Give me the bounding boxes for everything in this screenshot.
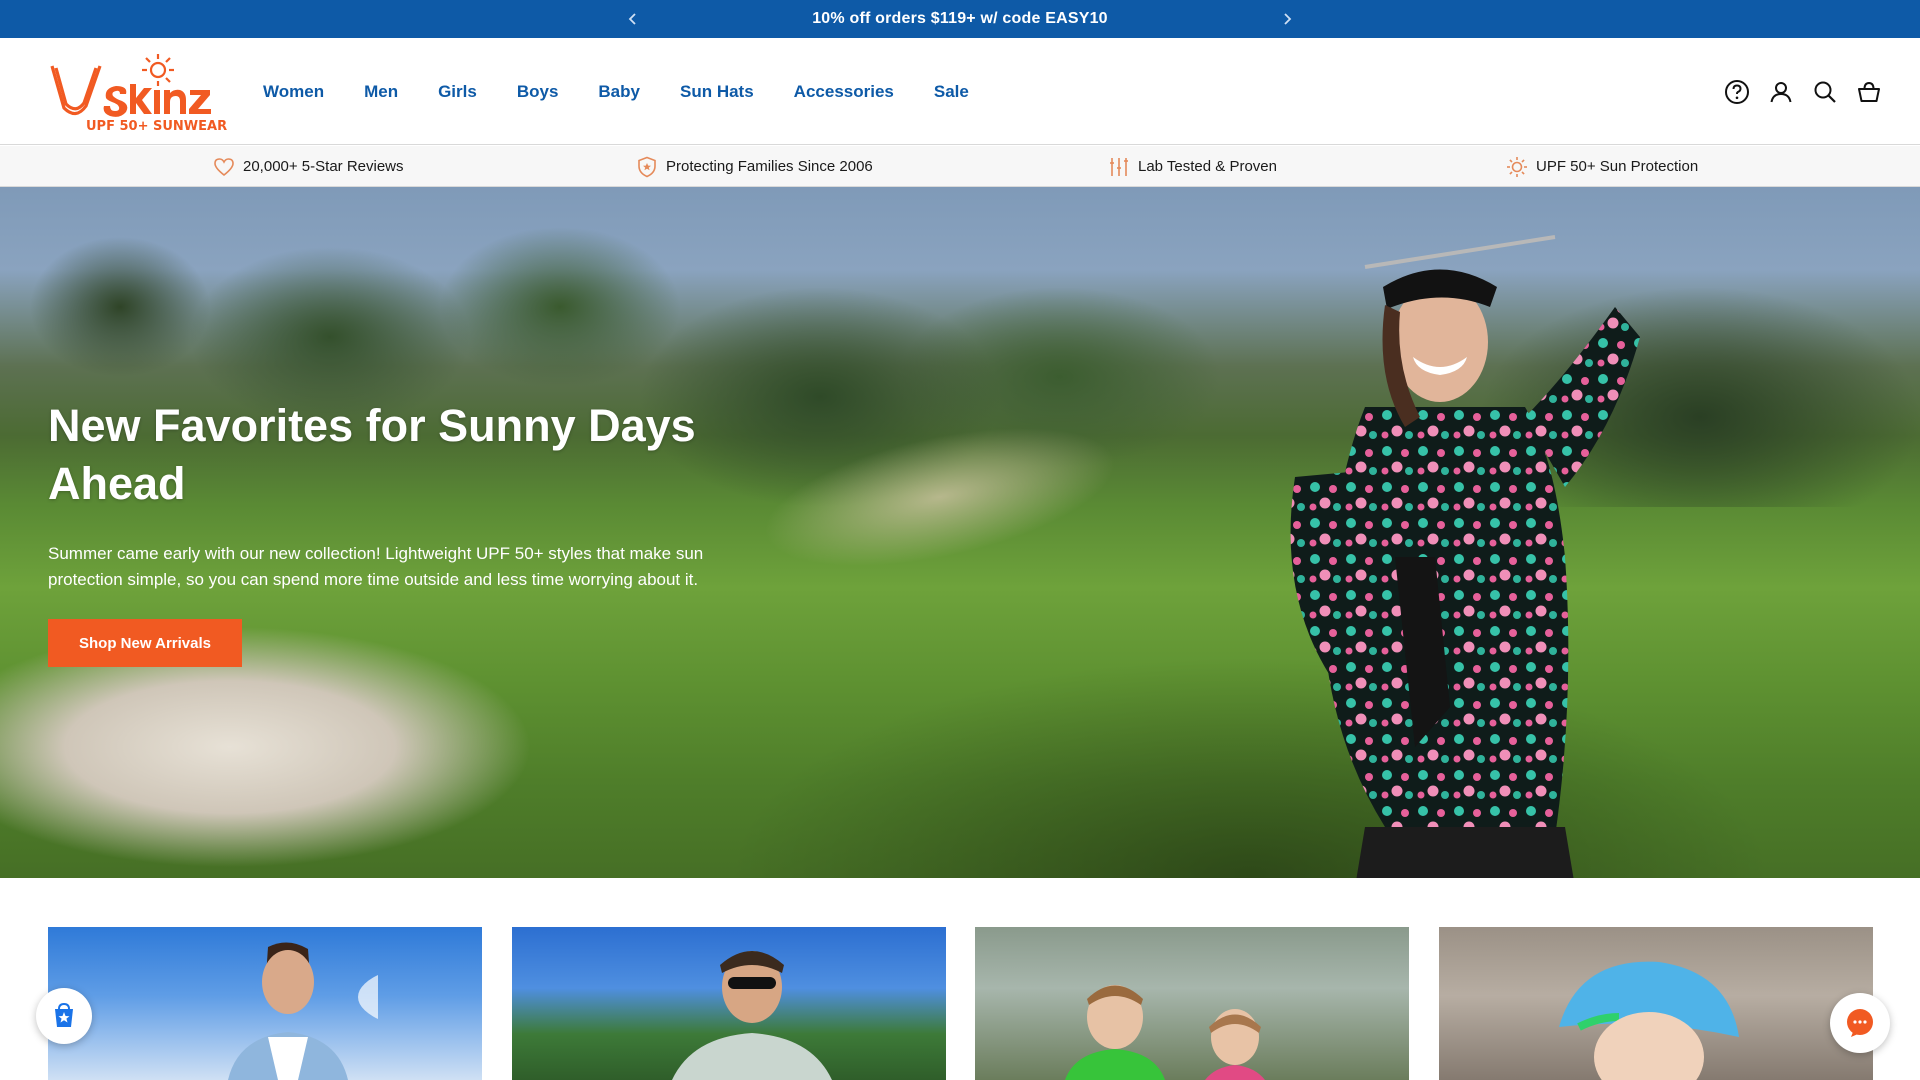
account-button[interactable] — [1768, 79, 1794, 105]
trust-item-lab: Lab Tested & Proven — [1108, 146, 1277, 187]
nav-sale[interactable]: Sale — [934, 82, 969, 102]
search-button[interactable] — [1812, 79, 1838, 105]
trust-label-upf: UPF 50+ Sun Protection — [1536, 158, 1699, 175]
nav-women[interactable]: Women — [263, 82, 324, 102]
nav-girls[interactable]: Girls — [438, 82, 477, 102]
category-image-women — [228, 942, 378, 1080]
category-image-baby — [1559, 961, 1739, 1080]
hero-banner: New Favorites for Sunny Days Ahead Summe… — [0, 187, 1920, 878]
trust-label-families: Protecting Families Since 2006 — [666, 158, 873, 175]
uv-skinz-logo-icon: UPF 50+ SUNWEAR — [50, 54, 227, 134]
nav-baby[interactable]: Baby — [598, 82, 640, 102]
chat-icon — [1847, 1009, 1873, 1037]
main-navigation: Women Men Girls Boys Baby Sun Hats Acces… — [263, 38, 969, 145]
category-card-men[interactable] — [512, 927, 946, 1080]
hero-golfer-image — [1290, 235, 1640, 878]
announcement-message[interactable]: 10% off orders $119+ w/ code EASY10 — [812, 10, 1108, 28]
category-card-baby[interactable] — [1439, 927, 1873, 1080]
announcement-bar: 10% off orders $119+ w/ code EASY10 — [0, 0, 1920, 38]
help-icon — [1725, 79, 1749, 104]
announcement-next-button[interactable] — [1272, 0, 1302, 38]
category-card-women[interactable] — [48, 927, 482, 1080]
nav-men[interactable]: Men — [364, 82, 398, 102]
nav-sun-hats[interactable]: Sun Hats — [680, 82, 754, 102]
cart-button[interactable] — [1856, 79, 1882, 105]
site-logo[interactable]: UPF 50+ SUNWEAR — [46, 48, 228, 136]
chevron-left-icon — [628, 13, 636, 25]
account-icon — [1770, 81, 1792, 102]
category-image-men — [672, 951, 832, 1080]
nav-accessories[interactable]: Accessories — [794, 82, 894, 102]
hero-description: Summer came early with our new collectio… — [48, 544, 704, 589]
lab-icon — [1108, 156, 1130, 178]
hero-content: New Favorites for Sunny Days Ahead Summe… — [48, 397, 748, 593]
category-cards — [48, 927, 1873, 1080]
trust-label-lab: Lab Tested & Proven — [1138, 158, 1277, 175]
rewards-widget-button[interactable] — [36, 988, 92, 1044]
heart-icon — [213, 156, 235, 178]
hero-title: New Favorites for Sunny Days Ahead — [48, 400, 696, 509]
shield-icon — [636, 156, 658, 178]
site-header: UPF 50+ SUNWEAR Women Men Girls Boys Bab… — [0, 38, 1920, 145]
cart-icon — [1858, 81, 1880, 102]
trust-bar: 20,000+ 5-Star Reviews Protecting Famili… — [0, 146, 1920, 187]
search-icon — [1814, 81, 1836, 103]
announcement-prev-button[interactable] — [618, 0, 648, 38]
trust-label-reviews: 20,000+ 5-Star Reviews — [243, 158, 404, 175]
shopping-badge-icon — [55, 1002, 73, 1027]
trust-item-reviews: 20,000+ 5-Star Reviews — [213, 146, 404, 187]
sun-icon — [1506, 156, 1528, 178]
trust-item-upf: UPF 50+ Sun Protection — [1506, 146, 1698, 187]
chat-widget-button[interactable] — [1830, 993, 1890, 1053]
header-actions — [1724, 38, 1882, 145]
help-button[interactable] — [1724, 79, 1750, 105]
chevron-right-icon — [1284, 13, 1292, 25]
category-image-kids — [1065, 985, 1265, 1080]
logo-tagline: UPF 50+ SUNWEAR — [86, 119, 227, 134]
category-card-girls-boys[interactable] — [975, 927, 1409, 1080]
nav-boys[interactable]: Boys — [517, 82, 559, 102]
trust-item-families: Protecting Families Since 2006 — [636, 146, 873, 187]
shop-new-arrivals-button[interactable]: Shop New Arrivals — [48, 619, 242, 667]
